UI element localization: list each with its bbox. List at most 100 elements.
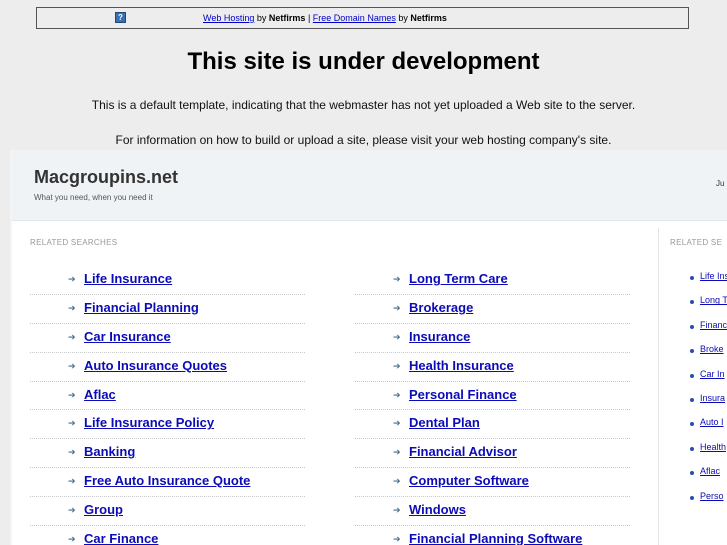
bullet-icon	[690, 471, 694, 476]
bullet-icon	[690, 349, 694, 354]
arrow-right-icon: ➔	[393, 534, 401, 545]
bullet-icon	[690, 495, 694, 500]
related-searches-label: RELATED SEARCHES	[30, 238, 118, 247]
bullet-icon	[690, 324, 694, 329]
search-link[interactable]: Free Auto Insurance Quote	[84, 473, 250, 488]
search-list-item: ➔ Free Auto Insurance Quote	[30, 468, 305, 498]
banner-text: Web Hosting by Netfirms | Free Domain Na…	[203, 8, 447, 28]
search-list-item: ➔ Financial Planning Software	[355, 526, 630, 545]
question-mark-icon[interactable]: ?	[115, 12, 126, 23]
search-link[interactable]: Car Insurance	[84, 329, 171, 344]
search-link[interactable]: Long Term Care	[409, 271, 508, 286]
search-list-item: ➔ Car Insurance	[30, 324, 305, 353]
search-list-item: ➔ Car Finance	[30, 526, 305, 545]
search-link[interactable]: Life Insurance Policy	[84, 415, 214, 430]
arrow-right-icon: ➔	[68, 534, 76, 545]
arrow-right-icon: ➔	[393, 360, 401, 371]
bullet-icon	[690, 373, 694, 378]
search-list-item: ➔ Computer Software	[355, 468, 630, 498]
search-list-item: ➔ Aflac	[30, 382, 305, 411]
search-link[interactable]: Personal Finance	[409, 387, 517, 402]
search-list-item: ➔ Life Insurance Policy	[30, 410, 305, 440]
search-link[interactable]: Health Insurance	[409, 358, 514, 373]
sidebar-search-link[interactable]: Insura	[700, 393, 725, 403]
arrow-right-icon: ➔	[393, 447, 401, 458]
arrow-right-icon: ➔	[68, 476, 76, 487]
sidebar-search-link[interactable]: Aflac	[700, 466, 720, 476]
site-name: Macgroupins.net	[34, 167, 179, 187]
sidebar-search-link[interactable]: Long T	[700, 295, 727, 305]
search-link[interactable]: Dental Plan	[409, 415, 480, 430]
search-link[interactable]: Insurance	[409, 329, 470, 344]
arrow-right-icon: ➔	[68, 389, 76, 400]
related-searches-main: RELATED SEARCHES ➔ Life Insurance ➔ Financi…	[12, 228, 659, 545]
hosting-banner: ? Web Hosting by Netfirms | Free Domain …	[36, 7, 689, 29]
search-link[interactable]: Financial Advisor	[409, 444, 517, 459]
search-link[interactable]: Aflac	[84, 387, 116, 402]
sidebar-search-link[interactable]: Broke	[700, 344, 724, 354]
page-title: This site is under development	[187, 48, 540, 75]
sidebar-search-link[interactable]: Financ	[700, 320, 727, 330]
arrow-right-icon: ➔	[393, 418, 401, 429]
arrow-right-icon: ➔	[393, 476, 401, 487]
sidebar-search-link[interactable]: Life Ins	[700, 271, 727, 281]
arrow-right-icon: ➔	[68, 274, 76, 284]
banner-by-2: by	[398, 13, 408, 23]
search-list-item: ➔ Personal Finance	[355, 382, 630, 411]
arrow-right-icon: ➔	[68, 505, 76, 516]
arrow-right-icon: ➔	[393, 331, 401, 342]
search-list-item: ➔ Brokerage	[355, 295, 630, 324]
search-link[interactable]: Financial Planning	[84, 300, 199, 315]
arrow-right-icon: ➔	[68, 360, 76, 371]
search-list-item: ➔ Group	[30, 497, 305, 527]
arrow-right-icon: ➔	[393, 505, 401, 516]
page: ? Web Hosting by Netfirms | Free Domain …	[0, 0, 727, 545]
search-list-item: ➔ Life Insurance	[30, 266, 305, 295]
site-tagline: What you need, when you need it	[34, 193, 153, 202]
banner-by-1: by	[256, 13, 267, 23]
sidebar-search-link[interactable]: Perso	[700, 491, 724, 501]
search-list-item: ➔ Insurance	[355, 324, 630, 353]
banner-brand-1: Netfirms	[268, 13, 306, 23]
search-list-item: ➔ Windows	[355, 497, 630, 527]
search-link[interactable]: Financial Planning Software	[409, 531, 582, 545]
bullet-icon	[690, 422, 694, 427]
bullet-icon	[690, 397, 694, 402]
search-link[interactable]: Brokerage	[409, 300, 473, 315]
search-link[interactable]: Life Insurance	[84, 271, 172, 286]
sidebar-search-link[interactable]: Auto I	[700, 417, 724, 427]
search-link[interactable]: Auto Insurance Quotes	[84, 358, 227, 373]
bullet-icon	[690, 300, 694, 305]
search-list-item: ➔ Banking	[30, 439, 305, 469]
related-searches-column-1: ➔ Life Insurance ➔ Financial Planning ➔ Car I…	[30, 266, 305, 545]
arrow-right-icon: ➔	[68, 302, 76, 313]
search-link[interactable]: Windows	[409, 502, 466, 517]
parked-page-frame: Macgroupins.net What you need, when you …	[10, 150, 727, 545]
search-link[interactable]: Car Finance	[84, 531, 158, 545]
free-domain-names-link[interactable]: Free Domain Names	[313, 13, 396, 23]
banner-separator: |	[307, 13, 311, 23]
arrow-right-icon: ➔	[393, 274, 401, 284]
search-list-item: ➔ Financial Advisor	[355, 439, 630, 469]
sidebar-search-link[interactable]: Car In	[700, 369, 725, 379]
site-header: Macgroupins.net What you need, when you …	[12, 150, 727, 221]
hosting-info-notice: For information on how to build or uploa…	[115, 133, 612, 147]
web-hosting-link[interactable]: Web Hosting	[203, 13, 254, 23]
arrow-right-icon: ➔	[68, 418, 76, 429]
arrow-right-icon: ➔	[393, 302, 401, 313]
search-link[interactable]: Computer Software	[409, 473, 529, 488]
related-searches-column-2: ➔ Long Term Care ➔ Brokerage ➔ Insurance ➔ Heal…	[355, 266, 630, 545]
search-list-item: ➔ Auto Insurance Quotes	[30, 353, 305, 382]
related-searches-sidebar: RELATED SE Life Ins Long T Financ Broke Car …	[668, 228, 727, 545]
search-list-item: ➔ Health Insurance	[355, 353, 630, 382]
header-right-text: Ju	[716, 179, 725, 188]
search-link[interactable]: Group	[84, 502, 123, 517]
search-list-item: ➔ Long Term Care	[355, 266, 630, 295]
search-list-item: ➔ Dental Plan	[355, 410, 630, 440]
search-link[interactable]: Banking	[84, 444, 135, 459]
bullet-icon	[690, 276, 694, 280]
banner-brand-2: Netfirms	[410, 13, 447, 23]
template-notice: This is a default template, indicating t…	[91, 98, 636, 112]
sidebar-search-link[interactable]: Health	[700, 442, 726, 452]
sidebar-related-label: RELATED SE	[670, 238, 723, 247]
